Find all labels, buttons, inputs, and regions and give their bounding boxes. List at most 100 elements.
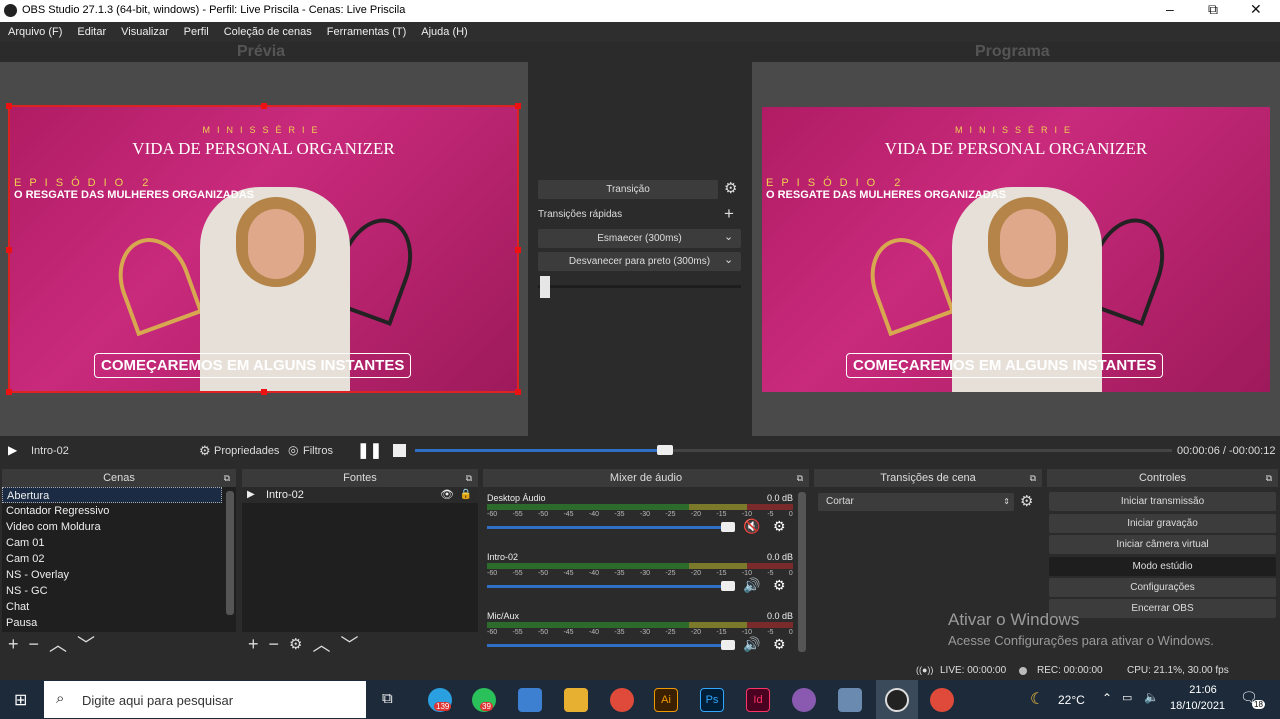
windows-start-icon[interactable]: ⊞ [14,690,27,710]
dock-float-icon[interactable]: ⧉ [224,469,230,487]
volume-slider[interactable] [487,585,732,588]
add-icon[interactable]: + [724,204,734,224]
indesign-icon[interactable]: Id [746,688,770,712]
clock-time[interactable]: 21:06 [1178,684,1228,696]
gear-icon[interactable]: ⚙ [724,179,737,197]
transition-select[interactable]: Cortar ⇕ [818,493,1014,511]
move-down-icon[interactable]: ﹀ [77,631,95,657]
dock-float-icon[interactable]: ⧉ [797,469,803,487]
spinner-icon[interactable]: ⇕ [1003,493,1010,511]
dock-float-icon[interactable]: ⧉ [466,469,472,487]
speaker-icon[interactable]: 🔊 [743,636,760,653]
volume-icon[interactable]: 🔈 [1144,690,1159,704]
scene-item[interactable]: NS - GC [2,583,236,599]
menu-profile[interactable]: Perfil [184,26,209,38]
lock-icon[interactable]: 🔒 [460,487,472,503]
move-up-icon[interactable]: ︿ [49,631,67,657]
studio-mode-button[interactable]: Modo estúdio [1049,557,1276,576]
scene-item[interactable]: NS - Overlay [2,567,236,583]
remove-icon[interactable]: − [269,634,280,655]
photoshop-icon[interactable]: Ps [700,688,724,712]
scene-item[interactable]: Abertura [2,487,222,503]
temperature[interactable]: 22°C [1058,693,1085,707]
filters-button[interactable]: Filtros [303,445,333,457]
scene-item[interactable]: Cam 01 [2,535,236,551]
gear-icon[interactable]: ⚙ [1020,492,1033,510]
dock-float-icon[interactable]: ⧉ [1266,469,1272,487]
chrome-icon[interactable] [930,688,954,712]
transition-button[interactable]: Transição [538,180,718,199]
scenes-scrollbar[interactable] [226,491,234,615]
move-down-icon[interactable]: ﹀ [340,631,358,657]
paint-icon[interactable] [792,688,816,712]
properties-button[interactable]: Propriedades [214,445,279,457]
active-app-highlight[interactable] [876,680,918,719]
pause-icon[interactable]: ❚❚ [357,441,382,459]
scene-item[interactable]: Video com Moldura [2,519,236,535]
filter-icon[interactable]: ◎ [288,443,298,457]
menu-view[interactable]: Visualizar [121,26,169,38]
volume-slider-handle[interactable] [721,640,735,650]
gear-icon[interactable]: ⚙ [199,443,211,459]
volume-slider[interactable] [487,526,732,529]
chrome-icon[interactable] [610,688,634,712]
dock-float-icon[interactable]: ⧉ [1030,469,1036,487]
preview-canvas[interactable]: MINISSÉRIE VIDA DE PERSONAL ORGANIZER EP… [0,62,528,436]
speaker-icon[interactable]: 🔊 [743,577,760,594]
source-item[interactable]: ▶ Intro-02 👁 🔒 [242,487,478,503]
gear-icon[interactable]: ⚙ [773,577,786,594]
exit-button[interactable]: Encerrar OBS [1049,599,1276,618]
muted-speaker-icon[interactable]: 🔇 [743,518,760,535]
start-virtual-camera-button[interactable]: Iniciar câmera virtual [1049,535,1276,554]
whatsapp-icon[interactable]: 39 [472,688,496,712]
file-explorer-icon[interactable] [564,688,588,712]
clock-date[interactable]: 18/10/2021 [1170,700,1225,712]
gear-icon[interactable]: ⚙ [773,518,786,535]
remove-icon[interactable]: − [29,634,40,655]
minimize-button[interactable]: – [1166,1,1174,17]
visibility-eye-icon[interactable]: 👁 [440,487,454,503]
menu-file[interactable]: Arquivo (F) [8,26,62,38]
transition-slider[interactable] [538,285,741,288]
gear-icon[interactable]: ⚙ [289,635,302,653]
volume-slider-handle[interactable] [721,581,735,591]
media-seek-handle[interactable] [656,445,673,455]
scene-item[interactable]: Chat [2,599,236,615]
mixer-scrollbar[interactable] [798,492,806,652]
settings-button[interactable]: Configurações [1049,578,1276,597]
scene-item[interactable]: Contador Regressivo [2,503,236,519]
moon-weather-icon[interactable]: ☾ [1030,689,1044,709]
telegram-icon[interactable]: 139 [428,688,452,712]
start-streaming-button[interactable]: Iniciar transmissão [1049,492,1276,511]
scene-item[interactable]: Cam 02 [2,551,236,567]
volume-slider-handle[interactable] [721,522,735,532]
media-seek-track[interactable] [415,449,1172,452]
move-up-icon[interactable]: ︿ [312,631,330,657]
app-icon[interactable] [518,688,542,712]
scene-item[interactable]: Pausa [2,615,236,631]
maximize-button[interactable]: ⧉ [1208,1,1218,18]
menu-tools[interactable]: Ferramentas (T) [327,26,406,38]
task-view-icon[interactable]: ⧉ [382,690,393,707]
menu-edit[interactable]: Editar [77,26,106,38]
network-icon[interactable]: ▭ [1122,691,1132,704]
play-icon[interactable]: ▶ [247,487,255,503]
taskbar-search-box[interactable]: ⌕ Digite aqui para pesquisar [44,681,366,718]
illustrator-icon[interactable]: Ai [654,688,678,712]
add-icon[interactable]: + [248,634,259,655]
menu-scene-collection[interactable]: Coleção de cenas [224,26,312,38]
volume-slider[interactable] [487,644,732,647]
play-icon[interactable]: ▶ [8,443,17,457]
chevron-up-icon[interactable]: ⌃ [1102,691,1112,705]
start-recording-button[interactable]: Iniciar gravação [1049,514,1276,533]
close-button[interactable]: ✕ [1250,1,1262,18]
quick-transition-fade[interactable]: Esmaecer (300ms) [538,229,741,248]
transition-slider-handle[interactable] [540,276,550,298]
menu-help[interactable]: Ajuda (H) [421,26,467,38]
quick-transition-black[interactable]: Desvanecer para preto (300ms) [538,252,741,271]
chevron-down-icon[interactable]: ⌄ [724,230,733,243]
gear-icon[interactable]: ⚙ [773,636,786,653]
add-icon[interactable]: + [8,634,19,655]
chevron-down-icon[interactable]: ⌄ [724,253,733,266]
stop-icon[interactable] [393,444,406,457]
